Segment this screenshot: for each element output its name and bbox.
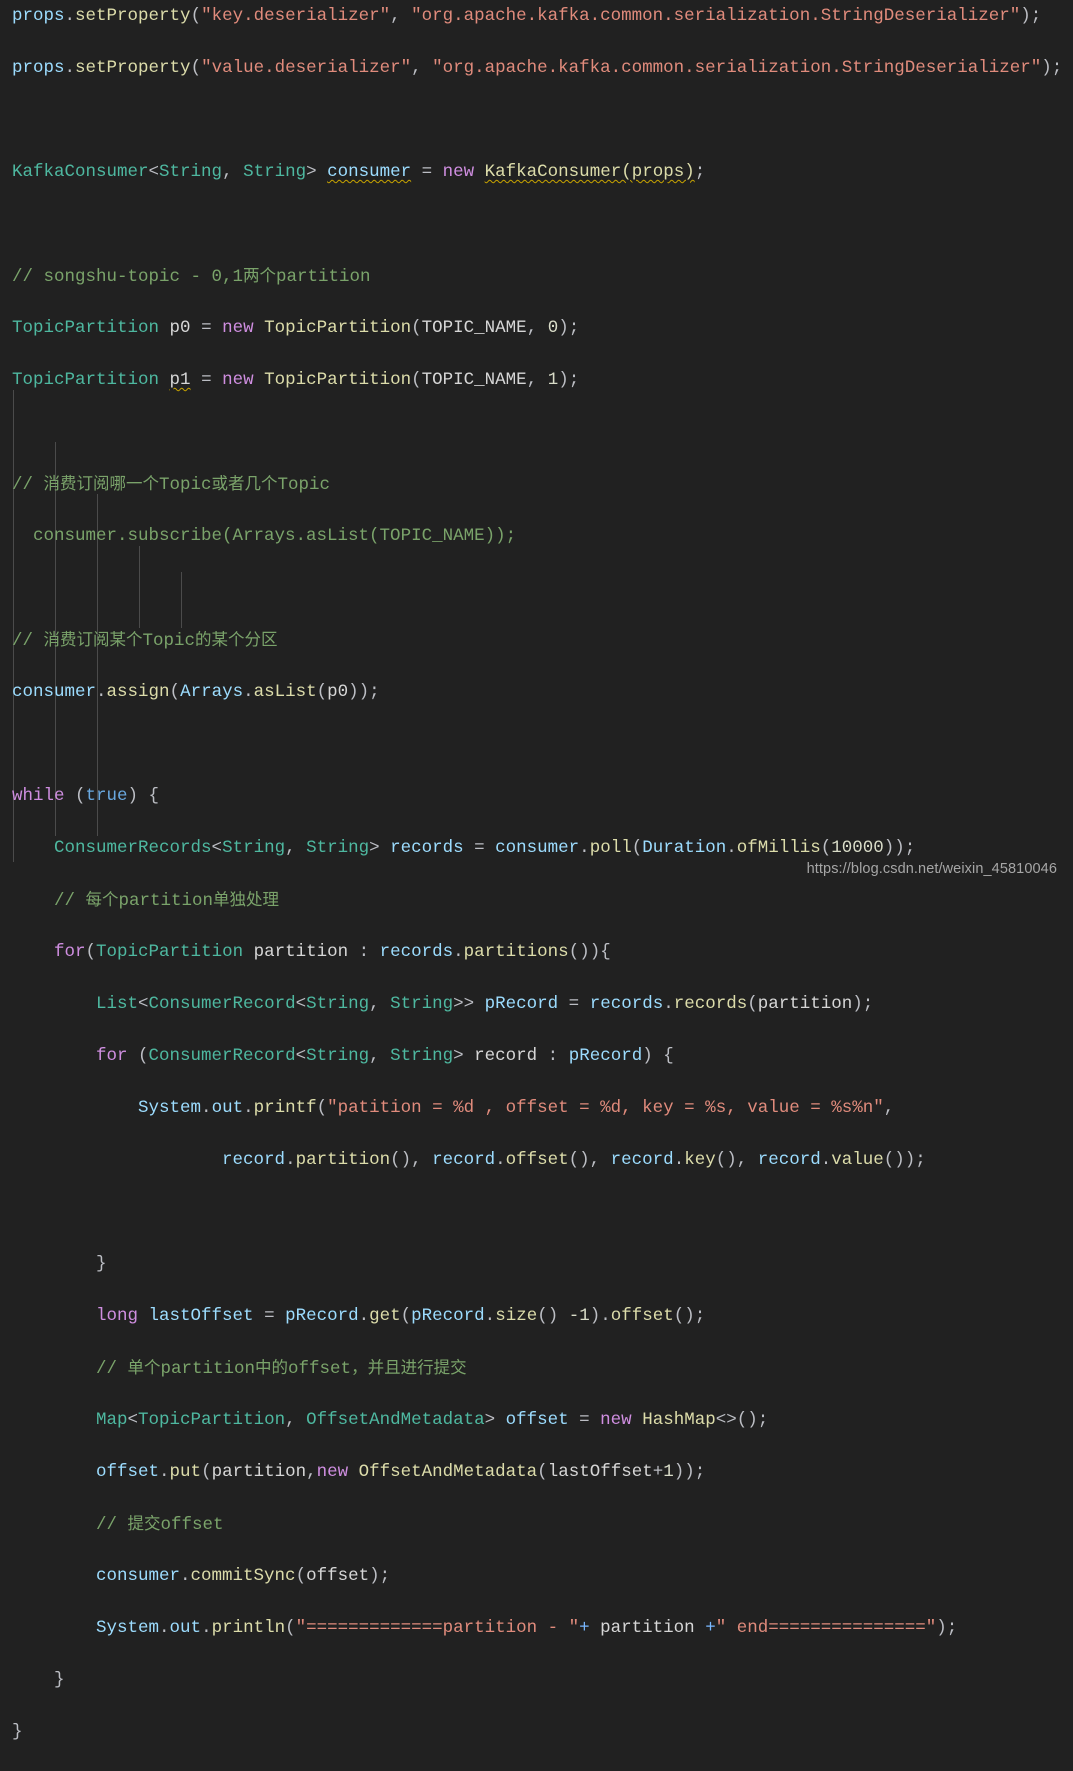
code-line-7: TopicPartition p0 = new TopicPartition(T…: [12, 318, 580, 338]
code-line-2: props.setProperty("value.deserializer", …: [12, 58, 1063, 78]
code-line-25: }: [12, 1254, 107, 1274]
code-line-32: System.out.println("=============partiti…: [96, 1618, 958, 1638]
code-line-1: props.setProperty("key.deserializer", "o…: [12, 6, 1042, 26]
code-line-31: consumer.commitSync(offset);: [96, 1566, 391, 1586]
code-line-34: }: [12, 1722, 23, 1742]
code-line-29: offset.put(partition,new OffsetAndMetada…: [96, 1462, 706, 1482]
code-line-26: long lastOffset = pRecord.get(pRecord.si…: [96, 1306, 706, 1326]
code-content[interactable]: props.setProperty("key.deserializer", "o…: [0, 0, 1073, 1771]
code-line-22: System.out.printf("patition = %d , offse…: [138, 1098, 895, 1118]
code-line-28: Map<TopicPartition, OffsetAndMetadata> o…: [96, 1410, 769, 1430]
code-line-21: for (ConsumerRecord<String, String> reco…: [96, 1046, 674, 1066]
code-line-14: consumer.assign(Arrays.asList(p0));: [12, 682, 380, 702]
code-line-13: // 消费订阅某个Topic的某个分区: [12, 630, 278, 651]
code-line-4: KafkaConsumer<String, String> consumer =…: [12, 162, 706, 182]
code-line-6: // songshu-topic - 0,1两个partition: [12, 266, 371, 287]
code-line-23: record.partition(), record.offset(), rec…: [222, 1150, 926, 1170]
code-line-27: // 单个partition中的offset，并且进行提交: [96, 1358, 467, 1379]
code-line-8: TopicPartition p1 = new TopicPartition(T…: [12, 370, 580, 390]
code-line-33: }: [12, 1670, 65, 1690]
code-line-11: consumer.subscribe(Arrays.asList(TOPIC_N…: [12, 526, 517, 546]
code-line-10: // 消费订阅哪一个Topic或者几个Topic: [12, 474, 331, 495]
code-line-30: // 提交offset: [96, 1514, 224, 1535]
code-line-19: for(TopicPartition partition : records.p…: [54, 942, 611, 962]
code-line-16: while (true) {: [12, 786, 160, 806]
code-line-18: // 每个partition单独处理: [54, 890, 280, 911]
code-editor[interactable]: props.setProperty("key.deserializer", "o…: [0, 0, 1073, 1742]
code-line-20: List<ConsumerRecord<String, String>> pRe…: [96, 994, 874, 1014]
code-line-17: ConsumerRecords<String, String> records …: [54, 838, 916, 858]
watermark-url: https://blog.csdn.net/weixin_45810046: [806, 861, 1057, 877]
